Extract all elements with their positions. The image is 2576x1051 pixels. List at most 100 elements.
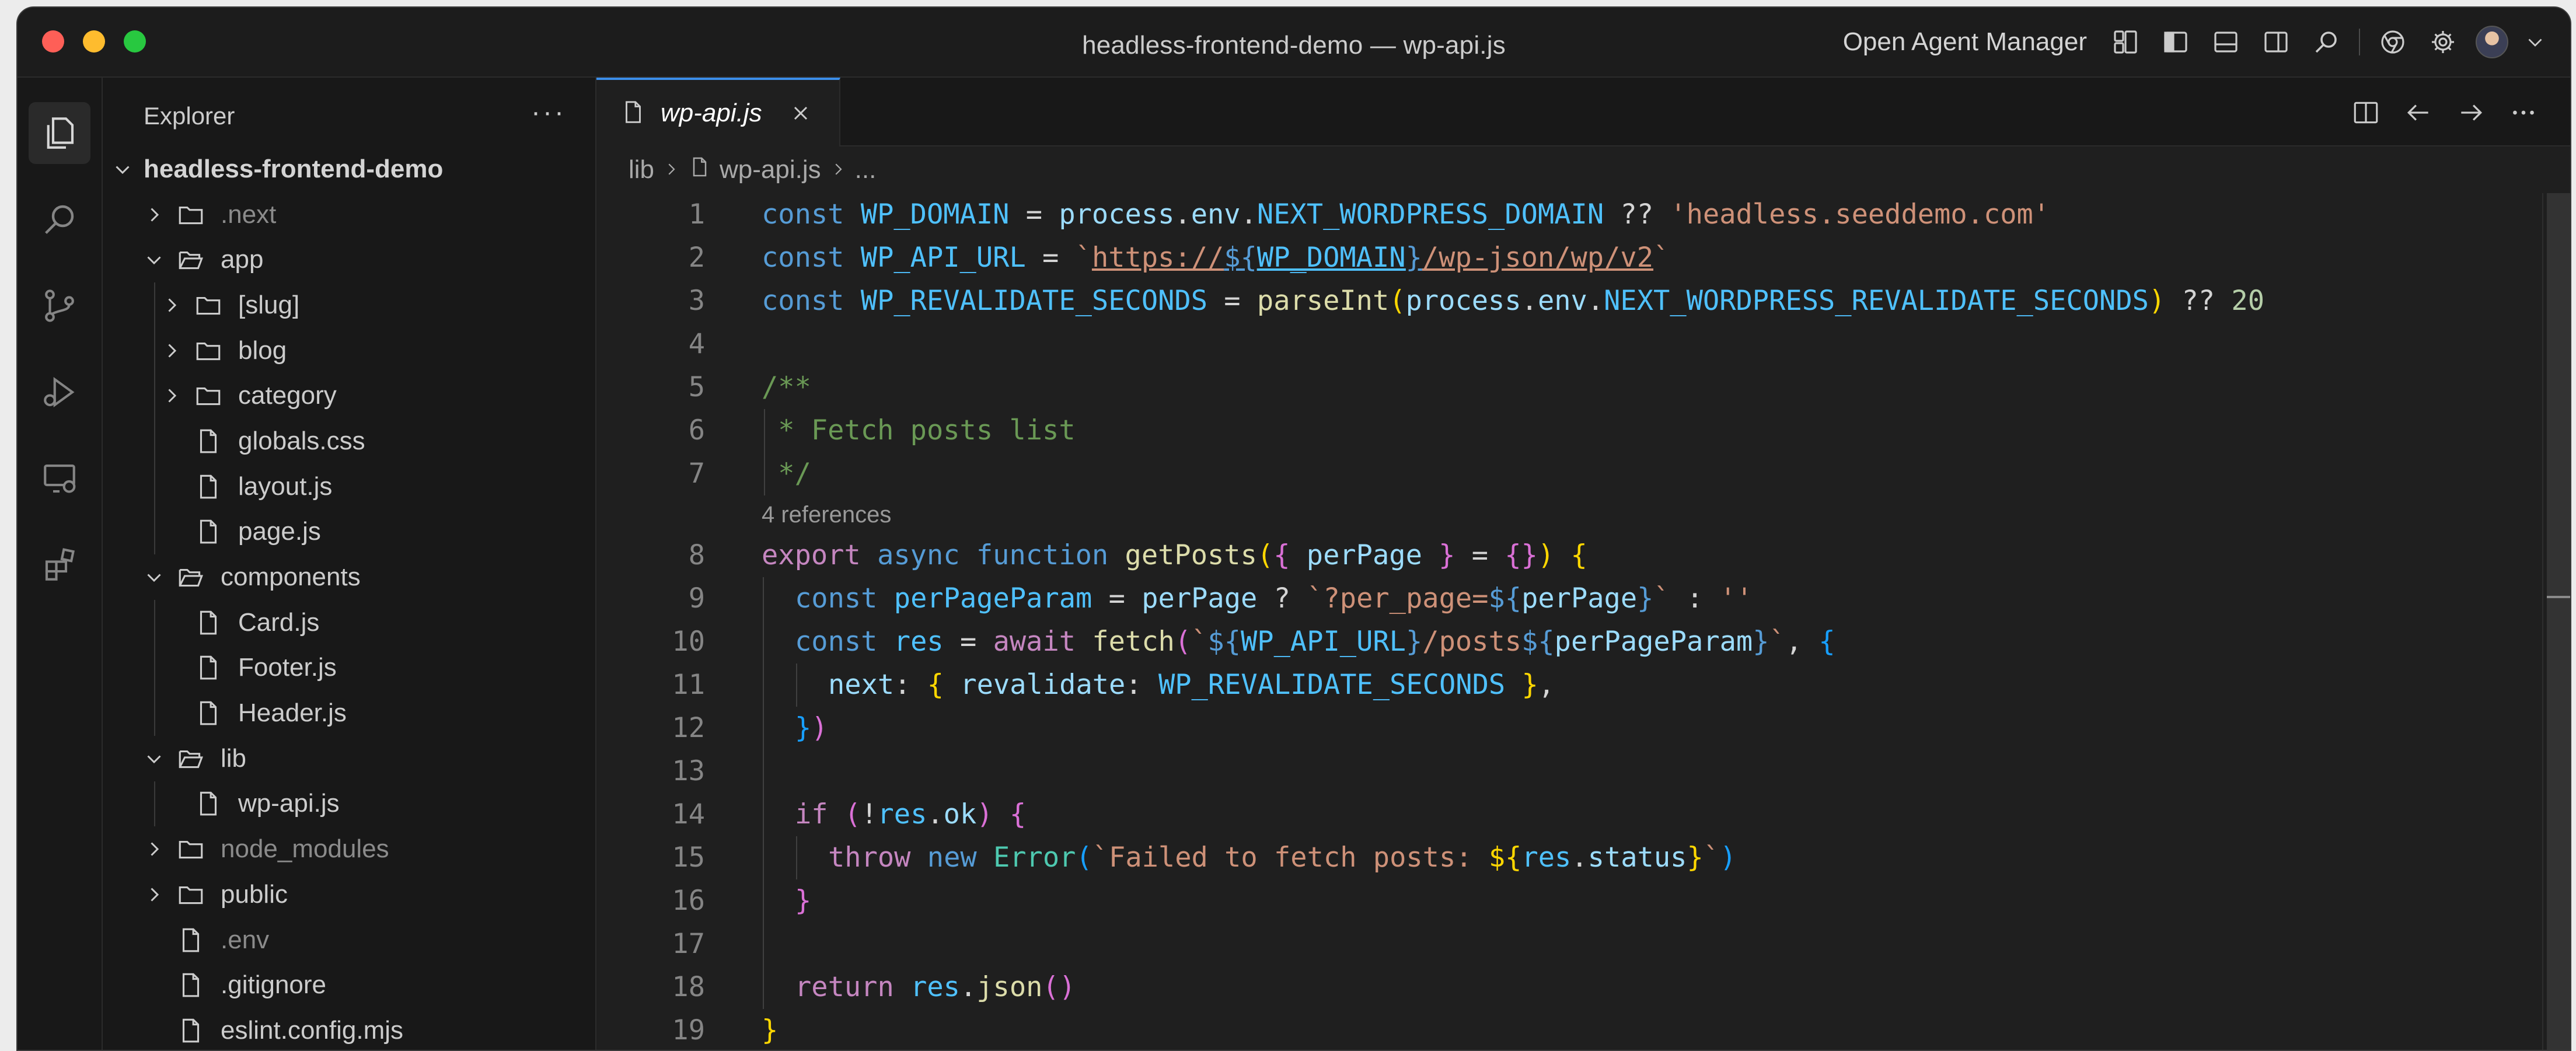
code-token: } — [1687, 842, 1704, 874]
tree-file-item[interactable]: globals.css — [103, 418, 595, 464]
code-token: { — [1818, 626, 1835, 658]
tree-folder-item[interactable]: node_modules — [103, 826, 595, 872]
code-line[interactable]: 1 const WP_DOMAIN = process.env.NEXT_WORD… — [596, 193, 2542, 236]
indent-guide — [796, 836, 797, 879]
code-token: /wp-json/wp/v2 — [1422, 242, 1654, 274]
code-line[interactable]: 14 if (!res.ok) { — [596, 793, 2542, 836]
code-token: process — [1059, 198, 1175, 231]
tree-folder-item[interactable]: components — [103, 554, 595, 600]
tree-folder-item[interactable]: blog — [103, 327, 595, 373]
tree-file-item[interactable]: Footer.js — [103, 645, 595, 691]
avatar[interactable] — [2476, 26, 2508, 58]
code-token: : — [1125, 669, 1158, 701]
breadcrumb-folder[interactable]: lib — [629, 155, 654, 184]
code-line[interactable]: 16} — [596, 879, 2542, 923]
code-token: await — [993, 626, 1092, 658]
codelens-references[interactable]: 4 references — [596, 495, 2542, 534]
tree-file-item[interactable]: Header.js — [103, 690, 595, 736]
code-token: env — [1191, 198, 1241, 231]
tree-folder-item[interactable]: app — [103, 237, 595, 282]
code-line[interactable]: 10 const res = await fetch(`${WP_API_URL}… — [596, 620, 2542, 664]
tree-folder-item[interactable]: [slug] — [103, 282, 595, 328]
arrow-left-icon[interactable] — [2401, 95, 2436, 130]
code-text: const WP_REVALIDATE_SECONDS = parseInt(p… — [762, 280, 2264, 323]
code-token: WP_REVALIDATE_SECONDS — [1158, 669, 1506, 701]
tree-file-item[interactable]: wp-api.js — [103, 781, 595, 827]
code-line[interactable]: 5 /** — [596, 366, 2542, 409]
code-token: : — [894, 669, 927, 701]
search-icon[interactable] — [29, 188, 90, 250]
code-token: fetch — [1092, 626, 1175, 658]
breadcrumb-file[interactable]: wp-api.js — [720, 155, 821, 184]
remote-explorer-icon[interactable] — [29, 448, 90, 509]
tree-root-folder[interactable]: headless-frontend-demo — [103, 146, 595, 192]
tree-folder-item[interactable]: .next — [103, 192, 595, 238]
open-agent-manager-button[interactable]: Open Agent Manager — [1843, 27, 2087, 57]
code-line[interactable]: 2 const WP_API_URL = `https://${WP_DOMAIN… — [596, 236, 2542, 280]
code-line[interactable]: 9 const perPageParam = perPage ? `?per_pa… — [596, 577, 2542, 620]
code-text: const res = await fetch(`${WP_API_URL}/p… — [795, 620, 1835, 664]
line-number: 8 — [688, 539, 705, 571]
code-line[interactable]: 18 return res.json() — [596, 966, 2542, 1009]
line-number: 10 — [672, 626, 705, 658]
tree-folder-item[interactable]: public — [103, 872, 595, 917]
gear-icon[interactable] — [2425, 25, 2460, 60]
code-text: export async function getPosts({ perPage… — [762, 534, 1587, 577]
tree-item-label: .env — [221, 925, 270, 954]
code-token: ` — [1653, 582, 1670, 614]
indent-guide — [154, 509, 155, 555]
chevron-right-icon — [142, 203, 166, 226]
code-line[interactable]: 19} — [596, 1009, 2542, 1050]
code-line[interactable]: 8 export async function getPosts({ perPag… — [596, 534, 2542, 577]
code-line[interactable]: 17 — [596, 923, 2542, 966]
source-control-icon[interactable] — [29, 275, 90, 337]
close-icon[interactable] — [789, 102, 812, 125]
breadcrumb-symbols[interactable]: ... — [855, 155, 877, 184]
code-token: ${ — [1224, 242, 1257, 274]
code-token: 20 — [2231, 285, 2264, 317]
code-editor[interactable]: 1 const WP_DOMAIN = process.env.NEXT_WORD… — [596, 193, 2542, 1050]
code-token: env — [1537, 285, 1587, 317]
code-line[interactable]: 11 next: { revalidate: WP_REVALIDATE_SECO… — [596, 664, 2542, 707]
code-line[interactable]: 4 — [596, 323, 2542, 366]
code-line[interactable]: 6 * Fetch posts list — [596, 409, 2542, 452]
toggle-panel-icon[interactable] — [2208, 25, 2243, 60]
tree-file-item[interactable]: eslint.config.mjs — [103, 1008, 595, 1050]
file-icon — [193, 697, 224, 729]
code-line[interactable]: 15 throw new Error(`Failed to fetch posts… — [596, 836, 2542, 879]
layout-icon[interactable] — [2108, 25, 2143, 60]
run-debug-icon[interactable] — [29, 361, 90, 423]
tree-file-item[interactable]: .gitignore — [103, 962, 595, 1008]
tree-file-item[interactable]: layout.js — [103, 463, 595, 509]
tree-file-item[interactable]: Card.js — [103, 599, 595, 645]
indent-guide — [154, 645, 155, 691]
chrome-icon[interactable] — [2375, 25, 2410, 60]
split-editor-icon[interactable] — [2348, 95, 2383, 130]
scrollbar-thumb[interactable] — [2547, 193, 2570, 1050]
code-token: } — [795, 885, 812, 917]
tree-file-item[interactable]: page.js — [103, 509, 595, 555]
toggle-secondary-sidebar-icon[interactable] — [2259, 25, 2294, 60]
folder-icon — [193, 289, 224, 321]
more-actions-button[interactable]: ··· — [531, 96, 566, 128]
chevron-down-icon[interactable] — [2523, 25, 2547, 60]
tree-file-item[interactable]: .env — [103, 917, 595, 963]
code-line[interactable]: 13 — [596, 750, 2542, 793]
code-line[interactable]: 3 const WP_REVALIDATE_SECONDS = parseInt(… — [596, 280, 2542, 323]
toggle-primary-sidebar-icon[interactable] — [2158, 25, 2193, 60]
code-line[interactable]: 7 */ — [596, 452, 2542, 495]
code-line[interactable]: 12}) — [596, 707, 2542, 750]
editor-scrollbar[interactable] — [2542, 193, 2570, 1050]
explorer-icon[interactable] — [29, 102, 90, 164]
arrow-right-icon[interactable] — [2453, 95, 2488, 130]
tree-folder-item[interactable]: category — [103, 373, 595, 419]
code-token: } — [1422, 539, 1472, 571]
code-token: ) — [976, 798, 993, 830]
tree-folder-item[interactable]: lib — [103, 736, 595, 781]
tree-item-label: .gitignore — [221, 970, 327, 1000]
code-text: next: { revalidate: WP_REVALIDATE_SECOND… — [828, 664, 1555, 707]
more-actions-icon[interactable] — [2506, 95, 2541, 130]
tab-wp-api-js[interactable]: wp-api.js — [596, 78, 840, 146]
search-icon[interactable] — [2309, 25, 2344, 60]
extensions-icon[interactable] — [29, 534, 90, 596]
